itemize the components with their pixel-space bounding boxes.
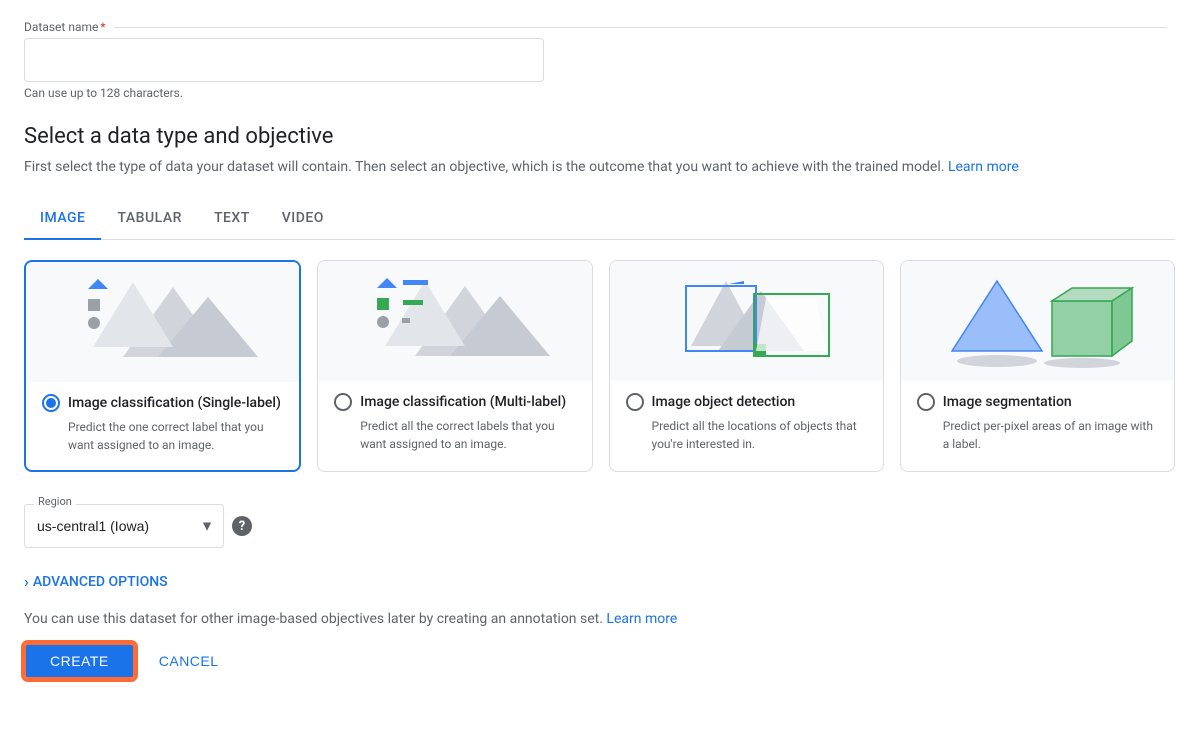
region-label: Region	[34, 495, 76, 508]
card-body-multi-label: Image classification (Multi-label) Predi…	[318, 381, 591, 469]
card-image-single-label	[26, 262, 299, 382]
radio-multi-label[interactable]	[334, 393, 352, 411]
dataset-name-hint: Can use up to 128 characters.	[24, 86, 1175, 100]
region-select[interactable]: us-central1 (Iowa) us-east1 (South Carol…	[24, 504, 224, 548]
advanced-options-label: ADVANCED OPTIONS	[33, 574, 168, 590]
card-title-object-detection: Image object detection	[652, 394, 796, 410]
data-type-section: Select a data type and objective First s…	[24, 124, 1175, 679]
card-desc-multi-label: Predict all the correct labels that you …	[360, 417, 575, 453]
tab-image[interactable]: IMAGE	[24, 198, 101, 240]
tab-tabular[interactable]: TABULAR	[101, 198, 197, 240]
tab-text[interactable]: TEXT	[198, 198, 266, 240]
card-single-label[interactable]: Image classification (Single-label) Pred…	[24, 260, 301, 472]
card-desc-single-label: Predict the one correct label that you w…	[68, 418, 283, 454]
card-segmentation[interactable]: Image segmentation Predict per-pixel are…	[900, 260, 1175, 472]
card-object-detection[interactable]: Image object detection Predict all the l…	[609, 260, 884, 472]
region-help-icon[interactable]: ?	[232, 516, 252, 536]
radio-object-detection[interactable]	[626, 393, 644, 411]
card-image-segmentation	[901, 261, 1174, 381]
card-body-object-detection: Image object detection Predict all the l…	[610, 381, 883, 469]
data-type-tabs: IMAGE TABULAR TEXT VIDEO	[24, 198, 1175, 240]
card-multi-label[interactable]: Image classification (Multi-label) Predi…	[317, 260, 592, 472]
advanced-options-chevron-icon: ›	[24, 572, 29, 591]
card-title-single-label: Image classification (Single-label)	[68, 395, 281, 411]
card-image-multi-label	[318, 261, 591, 381]
card-body-single-label: Image classification (Single-label) Pred…	[26, 382, 299, 470]
radio-segmentation[interactable]	[917, 393, 935, 411]
footer-note: You can use this dataset for other image…	[24, 611, 1175, 627]
card-title-segmentation: Image segmentation	[943, 394, 1072, 410]
advanced-options-toggle[interactable]: › ADVANCED OPTIONS	[24, 572, 1175, 591]
card-body-segmentation: Image segmentation Predict per-pixel are…	[901, 381, 1174, 469]
dataset-name-section: Dataset name * untitled_1651268618588 Ca…	[24, 20, 1175, 100]
region-section: Region us-central1 (Iowa) us-east1 (Sout…	[24, 504, 1175, 548]
card-image-object-detection	[610, 261, 883, 381]
card-desc-object-detection: Predict all the locations of objects tha…	[652, 417, 867, 453]
create-button[interactable]: CREATE	[24, 643, 135, 679]
footer-learn-more-link[interactable]: Learn more	[606, 611, 677, 627]
cancel-button[interactable]: CANCEL	[143, 645, 235, 677]
dataset-name-label: Dataset name *	[24, 20, 1175, 34]
section-title: Select a data type and objective	[24, 124, 1175, 149]
region-field-wrapper: Region us-central1 (Iowa) us-east1 (Sout…	[24, 504, 224, 548]
card-title-multi-label: Image classification (Multi-label)	[360, 394, 566, 410]
card-desc-segmentation: Predict per-pixel areas of an image with…	[943, 417, 1158, 453]
objective-cards: Image classification (Single-label) Pred…	[24, 260, 1175, 472]
learn-more-link[interactable]: Learn more	[948, 159, 1019, 175]
tab-video[interactable]: VIDEO	[266, 198, 340, 240]
radio-single-label[interactable]	[42, 394, 60, 412]
section-description: First select the type of data your datas…	[24, 157, 1175, 178]
dataset-name-input[interactable]: untitled_1651268618588	[24, 38, 544, 82]
button-row: CREATE CANCEL	[24, 643, 1175, 679]
